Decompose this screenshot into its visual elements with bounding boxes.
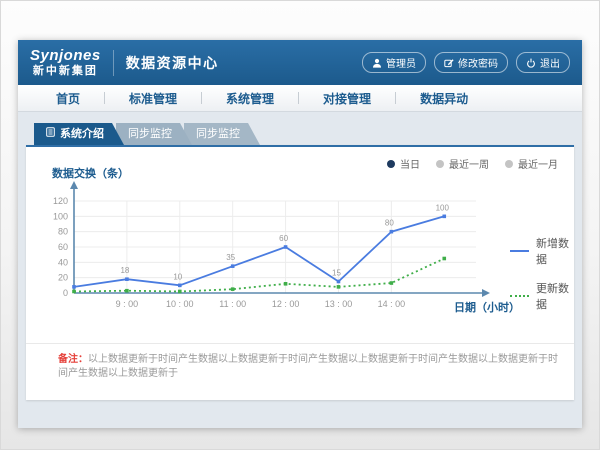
tab-sync-monitor-2[interactable]: 同步监控 [184, 123, 260, 145]
nav-item-data-change[interactable]: 数据异动 [396, 90, 492, 107]
nav-item-standard-mgmt[interactable]: 标准管理 [105, 90, 201, 107]
y-axis-title: 数据交换（条） [52, 165, 129, 181]
svg-text:80: 80 [58, 227, 68, 237]
legend-item-updated-data[interactable]: 更新数据 [510, 280, 574, 312]
svg-text:10 : 00: 10 : 00 [166, 299, 194, 309]
time-range-options: 当日 最近一周 最近一月 [387, 156, 558, 171]
range-option-today[interactable]: 当日 [387, 156, 420, 171]
change-password-label: 修改密码 [458, 55, 498, 70]
svg-text:35: 35 [226, 253, 235, 262]
svg-text:40: 40 [58, 257, 68, 267]
svg-text:120: 120 [53, 196, 68, 206]
header-actions: 管理员 修改密码 退出 [362, 52, 570, 73]
radio-icon [505, 160, 513, 168]
svg-text:12 : 00: 12 : 00 [272, 299, 300, 309]
svg-text:60: 60 [58, 242, 68, 252]
radio-icon [436, 160, 444, 168]
note-divider [26, 343, 574, 344]
main-nav: 首页 标准管理 系统管理 对接管理 数据异动 [18, 85, 582, 112]
tab-bar: 系统介绍 同步监控 同步监控 [34, 123, 574, 145]
user-button-label: 管理员 [386, 55, 416, 70]
logout-button[interactable]: 退出 [516, 52, 570, 73]
logo-english: Synjones [30, 48, 101, 65]
svg-text:13 : 00: 13 : 00 [325, 299, 353, 309]
svg-text:14 : 00: 14 : 00 [378, 299, 406, 309]
app-window: Synjones 新中新集团 数据资源中心 管理员 修改密码 [18, 40, 582, 428]
svg-text:18: 18 [120, 266, 129, 275]
svg-text:10: 10 [173, 272, 182, 281]
svg-text:20: 20 [58, 273, 68, 283]
change-password-button[interactable]: 修改密码 [434, 52, 508, 73]
nav-item-home[interactable]: 首页 [32, 90, 104, 107]
chart-legend: 新增数据 更新数据 [510, 235, 574, 312]
svg-text:0: 0 [63, 288, 68, 298]
svg-text:11 : 00: 11 : 00 [219, 299, 246, 309]
tab-label: 系统介绍 [60, 123, 104, 145]
legend-label: 新增数据 [536, 235, 574, 267]
tab-sync-monitor-1[interactable]: 同步监控 [116, 123, 192, 145]
footnote-label: 备注： [58, 354, 88, 365]
dotted-line-icon [510, 295, 529, 297]
legend-item-new-data[interactable]: 新增数据 [510, 235, 574, 267]
power-icon [526, 58, 536, 68]
app-header: Synjones 新中新集团 数据资源中心 管理员 修改密码 [18, 40, 582, 85]
svg-text:9 : 00: 9 : 00 [116, 299, 139, 309]
user-icon [372, 58, 382, 68]
desktop-background: Synjones 新中新集团 数据资源中心 管理员 修改密码 [0, 0, 600, 450]
range-option-last-month[interactable]: 最近一月 [505, 156, 558, 171]
range-label: 最近一周 [449, 156, 489, 171]
footnote-text: 以上数据更新于时间产生数据以上数据更新于时间产生数据以上数据更新于时间产生数据以… [58, 354, 558, 379]
svg-text:15: 15 [332, 269, 341, 278]
header-divider [113, 50, 114, 76]
svg-text:60: 60 [279, 234, 288, 243]
nav-item-system-mgmt[interactable]: 系统管理 [202, 90, 298, 107]
edit-icon [444, 58, 454, 68]
user-button[interactable]: 管理员 [362, 52, 426, 73]
range-label: 当日 [400, 156, 420, 171]
radio-selected-icon [387, 160, 395, 168]
company-logo: Synjones 新中新集团 [30, 48, 101, 77]
svg-text:80: 80 [385, 219, 394, 228]
document-icon [46, 123, 55, 145]
range-label: 最近一月 [518, 156, 558, 171]
footnote: 备注：以上数据更新于时间产生数据以上数据更新于时间产生数据以上数据更新于时间产生… [58, 353, 560, 381]
chart-panel: 当日 最近一周 最近一月 数据交换（条） 0 20 40 60 80 100 120 9 : … [26, 145, 574, 400]
logo-chinese: 新中新集团 [33, 65, 98, 77]
solid-line-icon [510, 250, 529, 252]
logout-label: 退出 [540, 55, 560, 70]
svg-text:100: 100 [436, 203, 450, 212]
nav-item-interface-mgmt[interactable]: 对接管理 [299, 90, 395, 107]
line-chart: 0 20 40 60 80 100 120 9 : 00 10 : 00 11 : 00 12 : … [38, 181, 500, 321]
tab-system-intro[interactable]: 系统介绍 [34, 123, 124, 145]
content-area: 系统介绍 同步监控 同步监控 当日 最近一周 [18, 112, 582, 400]
page-title: 数据资源中心 [126, 53, 219, 73]
svg-text:100: 100 [53, 211, 68, 221]
legend-label: 更新数据 [536, 280, 574, 312]
range-option-last-week[interactable]: 最近一周 [436, 156, 489, 171]
